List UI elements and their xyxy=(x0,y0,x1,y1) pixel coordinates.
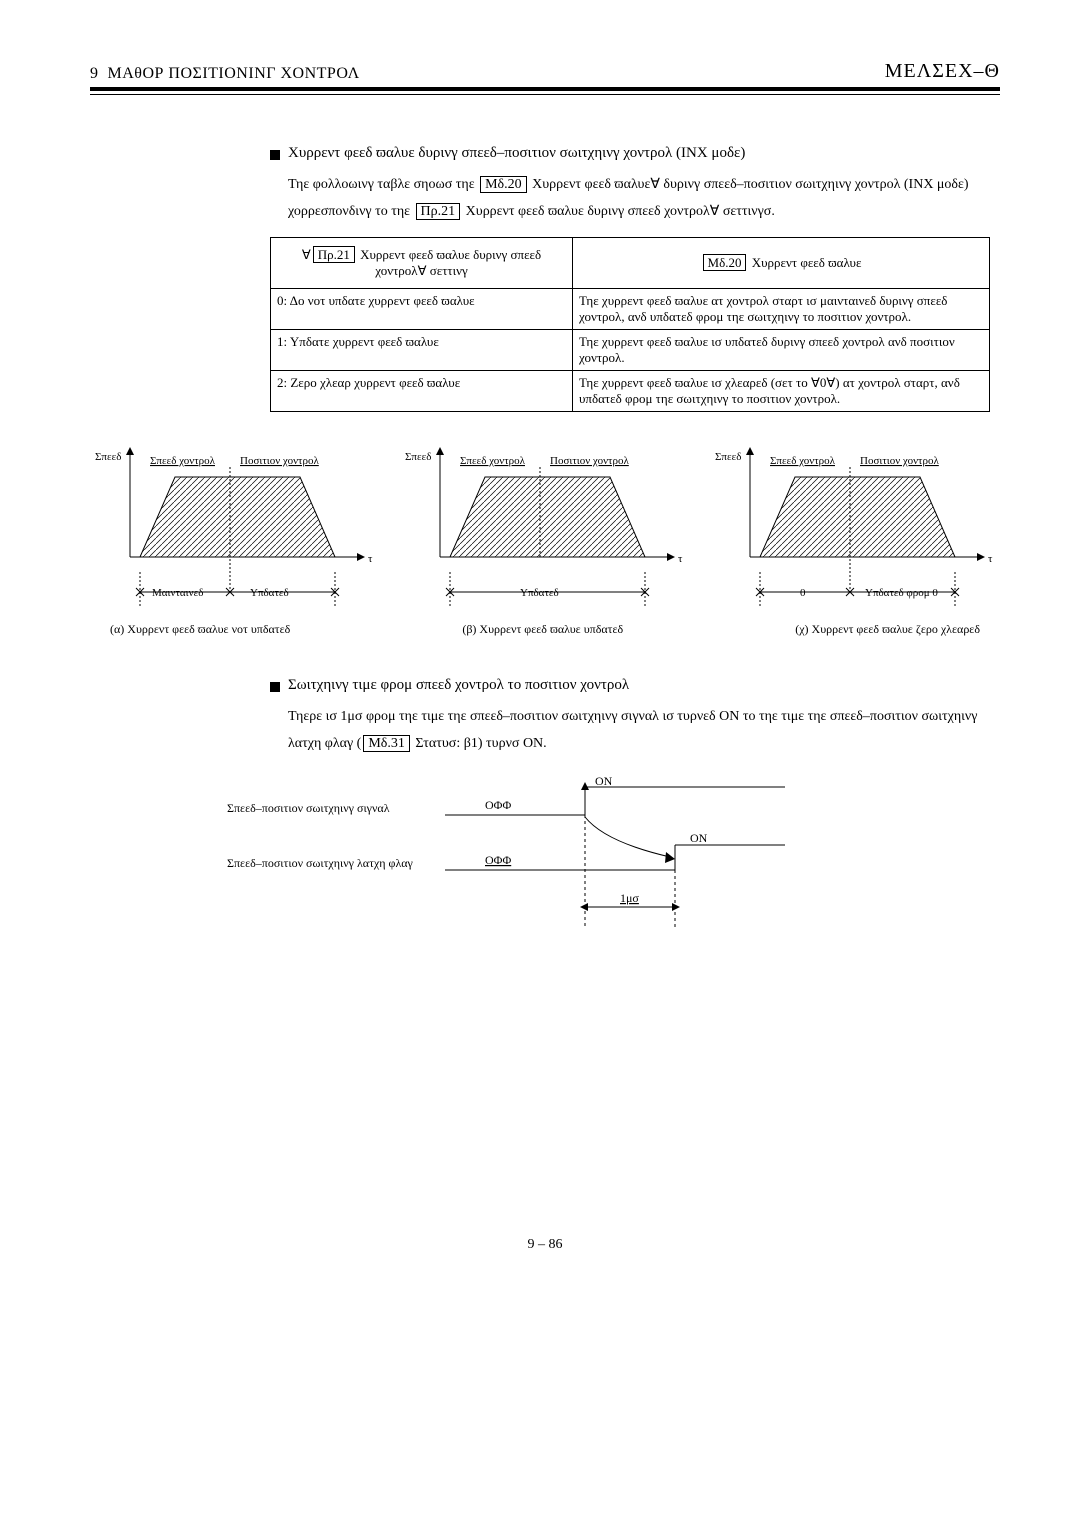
brand-mark: ΜΕΛΣΕΧ–Θ xyxy=(885,60,1000,83)
param-box-md31: Μδ.31 xyxy=(363,735,410,752)
cell: 0: Δο νοτ υπδατε χυρρεντ φεεδ ϖαλυε xyxy=(271,289,573,330)
svg-text:Σπεεδ χοντρολ: Σπεεδ χοντρολ xyxy=(770,455,836,467)
svg-text:1μσ: 1μσ xyxy=(620,891,639,905)
page-number: 9 – 86 xyxy=(90,1237,1000,1253)
subsection-title-1: Χυρρεντ φεεδ ϖαλυε δυρινγ σπεεδ–ποσιτιον… xyxy=(288,145,745,162)
cell: 2: Ζερο χλεαρ χυρρεντ φεεδ ϖαλυε xyxy=(271,371,573,412)
svg-text:0: 0 xyxy=(800,587,806,599)
para-text: Τηε φολλοωινγ ταβλε σηοωσ τηε xyxy=(288,177,475,192)
cell: 1: Υπδατε χυρρεντ φεεδ ϖαλυε xyxy=(271,330,573,371)
diagram-c: Σπεεδ Σπεεδ χοντρολ Ποσιτιον χοντρολ τ 0… xyxy=(710,442,1000,612)
svg-text:ΟΦΦ: ΟΦΦ xyxy=(485,798,511,812)
trapezoid-diagrams: Σπεεδ Σπεεδ χοντρολ Ποσιτιον χοντρολ τ Μ… xyxy=(90,442,1000,612)
section-title-text: ΜΑθΟΡ ΠΟΣΙΤΙΟΝΙΝΓ ΧΟΝΤΡΟΛ xyxy=(108,65,360,82)
caption-c: (χ) Χυρρεντ φεεδ ϖαλυε ζερο χλεαρεδ xyxy=(795,622,980,637)
param-box-md20: Μδ.20 xyxy=(480,176,527,193)
settings-table: ∀Πρ.21 Χυρρεντ φεεδ ϖαλυε δυρινγ σπεεδ χ… xyxy=(270,237,990,412)
square-bullet-icon xyxy=(270,150,280,160)
svg-text:ΟΝ: ΟΝ xyxy=(595,774,613,788)
svg-text:Σπεεδ χοντρολ: Σπεεδ χοντρολ xyxy=(460,455,526,467)
cell: Τηε χυρρεντ φεεδ ϖαλυε ατ χοντρολ σταρτ … xyxy=(572,289,989,330)
section-number: 9 xyxy=(90,65,99,82)
svg-text:Υπδατεδ φρομ 0: Υπδατεδ φρομ 0 xyxy=(865,587,938,599)
table-row: 0: Δο νοτ υπδατε χυρρεντ φεεδ ϖαλυε Τηε … xyxy=(271,289,990,330)
svg-text:Σπεεδ: Σπεεδ xyxy=(95,451,121,463)
svg-text:τ: τ xyxy=(678,553,683,565)
param-box-md20: Μδ.20 xyxy=(703,254,747,271)
svg-text:Σπεεδ: Σπεεδ xyxy=(405,451,431,463)
svg-text:ΟΦΦ: ΟΦΦ xyxy=(485,853,511,867)
svg-text:Ποσιτιον χοντρολ: Ποσιτιον χοντρολ xyxy=(550,455,629,467)
param-box-pr21: Πρ.21 xyxy=(416,203,461,220)
svg-text:Ποσιτιον χοντρολ: Ποσιτιον χοντρολ xyxy=(860,455,939,467)
page-header: 9 ΜΑθΟΡ ΠΟΣΙΤΙΟΝΙΝΓ ΧΟΝΤΡΟΛ ΜΕΛΣΕΧ–Θ xyxy=(90,60,1000,83)
para-text: Χυρρεντ φεεδ ϖαλυε δυρινγ σπεεδ χοντρολ∀… xyxy=(466,204,775,219)
svg-text:ΟΝ: ΟΝ xyxy=(690,831,708,845)
svg-text:Υπδατεδ: Υπδατεδ xyxy=(520,587,559,599)
subsection-title-2: Σωιτχηινγ τιμε φρομ σπεεδ χοντρολ το ποσ… xyxy=(288,677,629,694)
table-row: 1: Υπδατε χυρρεντ φεεδ ϖαλυε Τηε χυρρεντ… xyxy=(271,330,990,371)
table-header-col1: ∀Πρ.21 Χυρρεντ φεεδ ϖαλυε δυρινγ σπεεδ χ… xyxy=(271,238,573,289)
table-row: 2: Ζερο χλεαρ χυρρεντ φεεδ ϖαλυε Τηε χυρ… xyxy=(271,371,990,412)
cell: Τηε χυρρεντ φεεδ ϖαλυε ισ χλεαρεδ (σετ τ… xyxy=(572,371,989,412)
caption-b: (β) Χυρρεντ φεεδ ϖαλυε υπδατεδ xyxy=(462,622,623,637)
switching-paragraph: Τηερε ισ 1μσ φρομ τηε τιμε τηε σπεεδ–ποσ… xyxy=(288,704,990,757)
cell: Τηε χυρρεντ φεεδ ϖαλυε ισ υπδατεδ δυρινγ… xyxy=(572,330,989,371)
caption-a: (α) Χυρρεντ φεεδ ϖαλυε νοτ υπδατεδ xyxy=(110,622,290,637)
svg-text:Μαινταινεδ: Μαινταινεδ xyxy=(152,587,203,599)
section-heading: 9 ΜΑθΟΡ ΠΟΣΙΤΙΟΝΙΝΓ ΧΟΝΤΡΟΛ xyxy=(90,65,360,83)
svg-text:Σπεεδ–ποσιτιον σωιτχηινγ λατχη: Σπεεδ–ποσιτιον σωιτχηινγ λατχη φλαγ xyxy=(227,856,414,870)
timing-chart: Σπεεδ–ποσιτιον σωιτχηινγ σιγναλ ΟΦΦ ΟΝ Σ… xyxy=(225,767,865,937)
svg-text:τ: τ xyxy=(988,553,993,565)
para-text: Στατυσ: β1) τυρνσ ΟΝ. xyxy=(412,736,547,751)
svg-text:Υπδατεδ: Υπδατεδ xyxy=(250,587,289,599)
svg-text:Σπεεδ: Σπεεδ xyxy=(715,451,741,463)
svg-text:Ποσιτιον χοντρολ: Ποσιτιον χοντρολ xyxy=(240,455,319,467)
svg-text:Σπεεδ–ποσιτιον σωιτχηινγ σιγνα: Σπεεδ–ποσιτιον σωιτχηινγ σιγναλ xyxy=(227,801,390,815)
diagram-b: Σπεεδ Σπεεδ χοντρολ Ποσιτιον χοντρολ τ Υ… xyxy=(400,442,690,612)
diagram-a: Σπεεδ Σπεεδ χοντρολ Ποσιτιον χοντρολ τ Μ… xyxy=(90,442,380,612)
intro-paragraph: Τηε φολλοωινγ ταβλε σηοωσ τηε Μδ.20 Χυρρ… xyxy=(288,172,990,225)
header-rule xyxy=(90,87,1000,95)
svg-text:Σπεεδ χοντρολ: Σπεεδ χοντρολ xyxy=(150,455,216,467)
svg-text:τ: τ xyxy=(368,553,373,565)
param-box-pr21: Πρ.21 xyxy=(313,246,355,263)
table-header-col2: Μδ.20 Χυρρεντ φεεδ ϖαλυε xyxy=(572,238,989,289)
square-bullet-icon xyxy=(270,682,280,692)
diagram-captions: (α) Χυρρεντ φεεδ ϖαλυε νοτ υπδατεδ (β) Χ… xyxy=(110,622,980,637)
